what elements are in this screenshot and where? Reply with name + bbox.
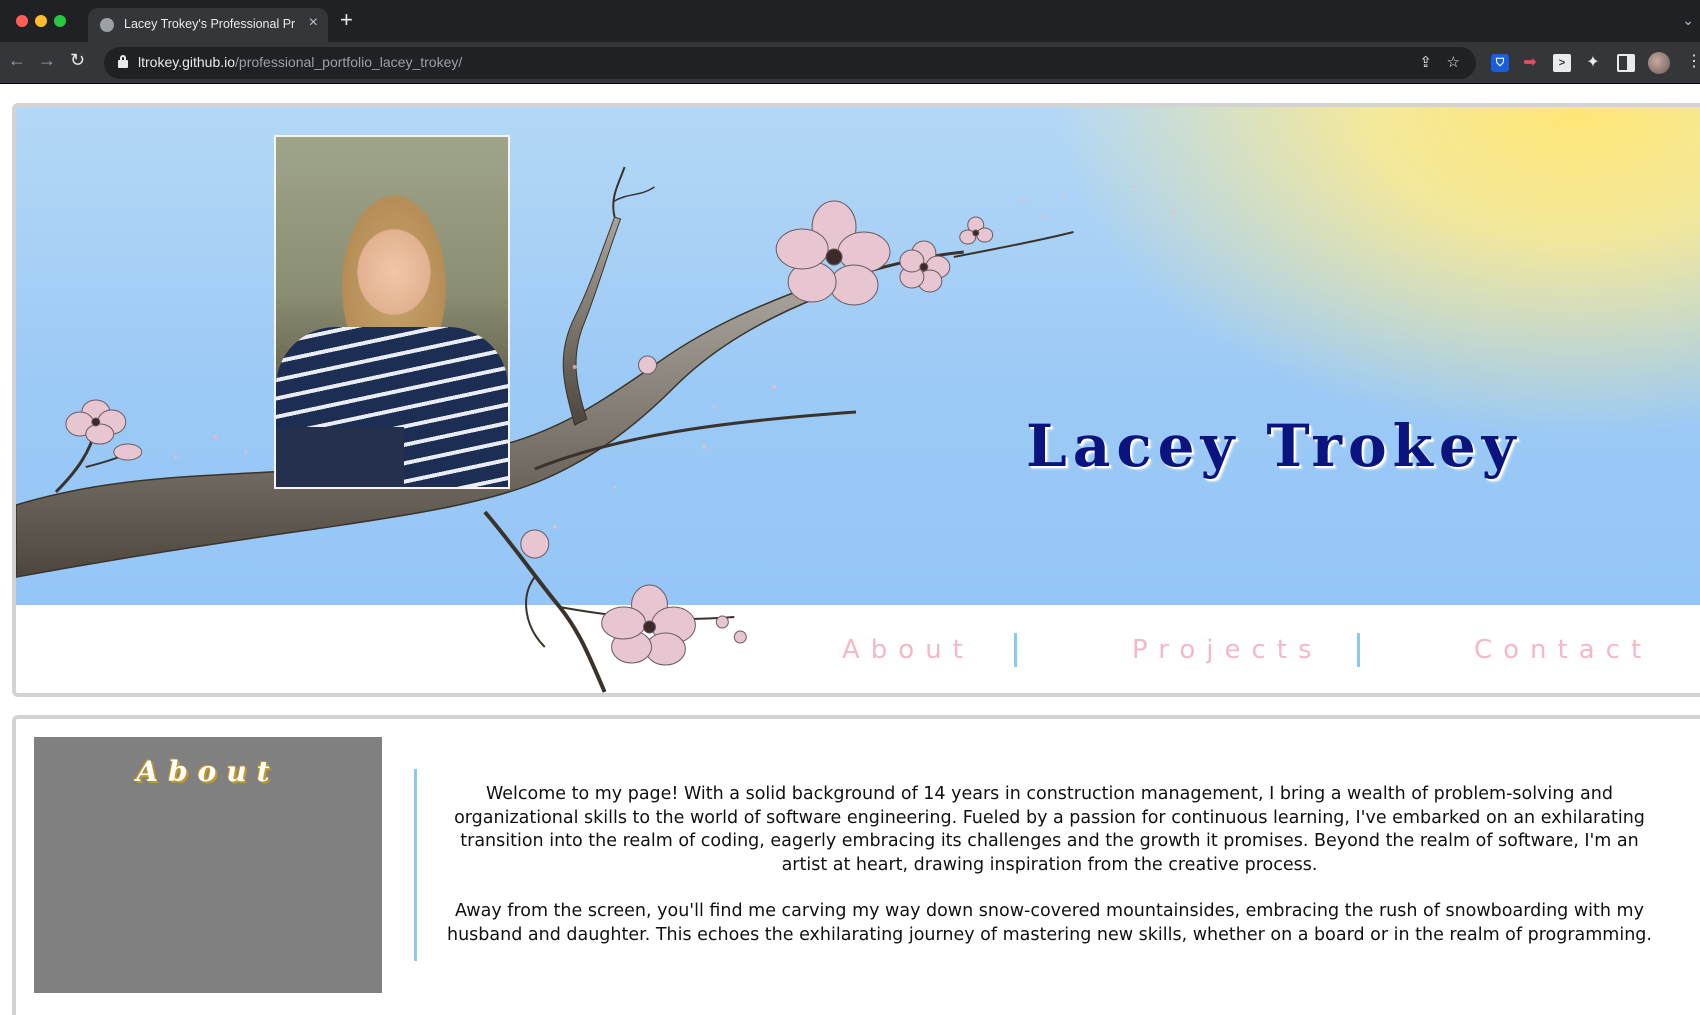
about-section: About Welcome to my page! With a solid b… xyxy=(12,715,1700,1015)
browser-tab[interactable]: Lacey Trokey's Professional Pr × xyxy=(88,8,328,42)
page-viewport: Lacey Trokey About Projects Contact Abou… xyxy=(0,85,1700,1015)
arrow-right-icon[interactable]: → xyxy=(38,50,56,71)
maximize-window-button[interactable] xyxy=(54,15,66,27)
about-paragraph-1: Welcome to my page! With a solid backgro… xyxy=(454,784,1645,875)
globe-icon xyxy=(100,18,114,32)
red-extension-icon[interactable]: ➡ xyxy=(1521,54,1539,72)
nav-link-projects[interactable]: Projects xyxy=(1132,635,1323,665)
new-tab-plus-icon[interactable]: + xyxy=(340,9,353,31)
site-header: Lacey Trokey About Projects Contact xyxy=(12,103,1700,697)
profile-photo xyxy=(274,135,510,489)
side-panel-icon[interactable] xyxy=(1617,54,1635,72)
share-icon[interactable]: ⇪ xyxy=(1419,53,1432,71)
address-bar[interactable]: ltrokey.github.io/professional_portfolio… xyxy=(104,47,1476,79)
url-host: ltrokey.github.io xyxy=(138,54,236,70)
about-heading: About xyxy=(136,755,280,788)
photo-jeans xyxy=(276,427,404,487)
about-paragraph-2: Away from the screen, you'll find me car… xyxy=(447,901,1652,945)
tab-title: Lacey Trokey's Professional Pr xyxy=(124,17,296,31)
puzzle-icon[interactable]: ✦ xyxy=(1584,54,1602,72)
main-navigation: About Projects Contact xyxy=(16,605,1700,693)
browser-tab-bar: Lacey Trokey's Professional Pr × + ⌄ xyxy=(0,0,1700,42)
close-window-button[interactable] xyxy=(16,15,28,27)
terminal-extension-icon[interactable]: > xyxy=(1553,54,1571,72)
lock-icon[interactable] xyxy=(118,55,128,68)
url-text[interactable]: ltrokey.github.io/professional_portfolio… xyxy=(138,54,462,70)
browser-toolbar: ← → ↻ ltrokey.github.io/professional_por… xyxy=(0,42,1700,84)
nav-link-about[interactable]: About xyxy=(842,635,974,665)
nav-separator xyxy=(1014,633,1017,667)
url-path: /professional_portfolio_lacey_trokey/ xyxy=(235,54,463,70)
reload-icon[interactable]: ↻ xyxy=(70,50,85,71)
minimize-window-button[interactable] xyxy=(35,15,47,27)
more-menu-icon[interactable]: ⋮ xyxy=(1686,52,1700,72)
close-tab-icon[interactable]: × xyxy=(309,14,318,32)
arrow-left-icon[interactable]: ← xyxy=(8,50,26,71)
star-icon[interactable]: ☆ xyxy=(1447,53,1460,71)
nav-link-contact[interactable]: Contact xyxy=(1474,635,1652,665)
tab-search-chevron-icon[interactable]: ⌄ xyxy=(1682,12,1694,29)
profile-avatar[interactable] xyxy=(1648,52,1670,74)
nav-separator xyxy=(1357,633,1360,667)
bitwarden-shield-icon[interactable]: ⛉ xyxy=(1491,54,1509,72)
site-title: Lacey Trokey xyxy=(1026,412,1522,480)
about-heading-box: About xyxy=(34,737,382,993)
about-text: Welcome to my page! With a solid backgro… xyxy=(414,769,1678,961)
